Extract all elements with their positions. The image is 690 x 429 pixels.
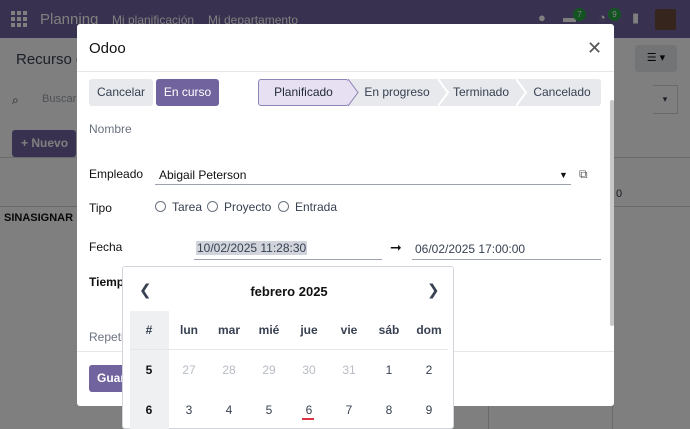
in-progress-button[interactable]: En curso xyxy=(156,79,219,106)
day-cell[interactable]: 1 xyxy=(369,363,409,377)
day-cell[interactable]: 9 xyxy=(409,403,449,417)
external-link-icon[interactable]: ⧉ xyxy=(579,167,588,182)
dialog-title: Odoo xyxy=(89,40,126,57)
type-radio-project[interactable] xyxy=(207,201,218,212)
employee-field[interactable]: Abigail Peterson xyxy=(159,168,246,182)
day-cell[interactable]: 28 xyxy=(209,363,249,377)
day-cell[interactable]: 30 xyxy=(289,363,329,377)
weekday-header: dom xyxy=(416,323,442,337)
chevron-down-icon[interactable]: ▼ xyxy=(559,170,568,180)
weekday-header: sáb xyxy=(378,323,400,337)
date-picker-popover: ❮ febrero 2025 ❯ # lun mar mié jue vie s… xyxy=(122,266,454,429)
time-label: Tiemp xyxy=(89,275,125,289)
date-start-underline xyxy=(194,259,382,260)
date-picker-month[interactable]: febrero 2025 xyxy=(123,284,455,299)
type-option-label: Proyecto xyxy=(224,200,272,214)
repeat-label: Repeti xyxy=(89,330,124,344)
date-start-input[interactable]: 10/02/2025 11:28:30 xyxy=(196,241,308,255)
weekday-header: jue xyxy=(300,323,318,337)
close-icon[interactable]: ✕ xyxy=(587,38,602,59)
dialog-scrollbar[interactable] xyxy=(610,100,614,326)
day-cell[interactable]: 5 xyxy=(249,403,289,417)
week-number: 5 xyxy=(145,363,153,377)
today-indicator xyxy=(302,418,314,420)
week-number: 6 xyxy=(145,403,153,417)
type-radio-task[interactable] xyxy=(155,201,166,212)
day-cell[interactable]: 27 xyxy=(169,363,209,377)
cancel-shift-button[interactable]: Cancelar xyxy=(89,79,153,106)
day-cell[interactable]: 4 xyxy=(209,403,249,417)
stage-separator xyxy=(438,79,450,106)
stage-in-progress[interactable]: En progreso xyxy=(349,79,439,106)
chevron-right-icon[interactable]: ❯ xyxy=(427,281,440,299)
date-end-underline xyxy=(412,259,601,260)
stage-separator xyxy=(348,79,359,106)
name-field[interactable]: Nombre xyxy=(89,122,132,136)
employee-label: Empleado xyxy=(89,167,144,181)
type-option-label: Entrada xyxy=(295,200,338,214)
day-cell[interactable]: 31 xyxy=(329,363,369,377)
weekday-header: # xyxy=(145,323,153,337)
type-label: Tipo xyxy=(89,201,112,215)
day-cell[interactable]: 3 xyxy=(169,403,209,417)
arrow-right-icon: ➞ xyxy=(390,239,402,255)
type-option-label: Tarea xyxy=(172,200,203,214)
date-end-input[interactable]: 06/02/2025 17:00:00 xyxy=(415,242,525,256)
weekday-header: lun xyxy=(180,323,198,337)
day-cell[interactable]: 7 xyxy=(329,403,369,417)
weekday-header: vie xyxy=(340,323,358,337)
weekday-header: mié xyxy=(258,323,280,337)
stage-separator xyxy=(516,79,528,106)
divider xyxy=(77,71,614,72)
divider xyxy=(130,349,448,350)
stage-planned[interactable]: Planificado xyxy=(258,79,349,106)
weekday-header: mar xyxy=(217,323,240,337)
day-cell[interactable]: 2 xyxy=(409,363,449,377)
day-cell[interactable]: 8 xyxy=(369,403,409,417)
type-radio-entry[interactable] xyxy=(278,201,289,212)
employee-field-underline xyxy=(155,184,571,185)
day-cell[interactable]: 29 xyxy=(249,363,289,377)
date-label: Fecha xyxy=(89,240,123,254)
day-cell-today[interactable]: 6 xyxy=(289,403,329,417)
